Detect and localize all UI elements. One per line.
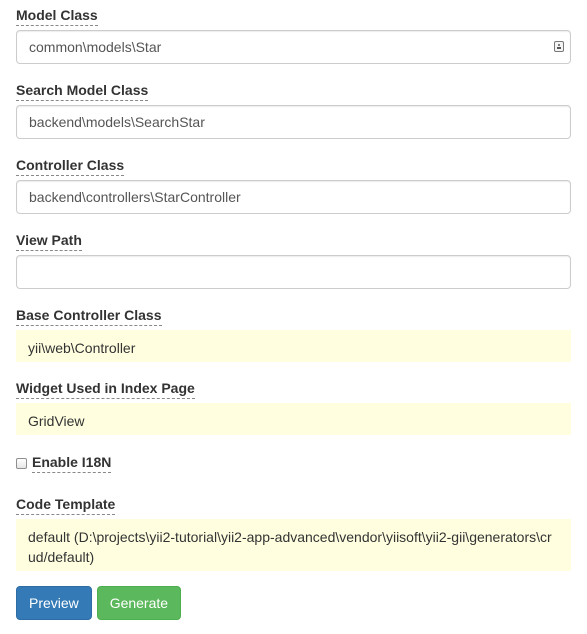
search-model-class-label: Search Model Class <box>16 81 149 101</box>
preview-button[interactable]: Preview <box>16 586 92 620</box>
enable-i18n-label[interactable]: Enable I18N <box>32 453 112 473</box>
search-model-class-input[interactable]: backend\models\SearchStar <box>16 105 571 139</box>
controller-class-group: Controller Class <box>16 156 125 176</box>
model-class-input[interactable]: common\models\Star <box>16 30 571 64</box>
contact-card-icon[interactable] <box>554 41 564 52</box>
base-controller-class-value: yii\web\Controller <box>28 340 136 356</box>
widget-used-value: GridView <box>28 413 85 429</box>
base-controller-class-group: Base Controller Class <box>16 306 162 326</box>
widget-used-label: Widget Used in Index Page <box>16 379 195 399</box>
widget-used-value-box: GridView <box>16 403 571 435</box>
widget-used-group: Widget Used in Index Page <box>16 379 195 399</box>
enable-i18n-checkbox[interactable] <box>16 457 27 469</box>
enable-i18n-row: Enable I18N <box>16 453 112 473</box>
base-controller-class-value-box: yii\web\Controller <box>16 330 571 362</box>
code-template-label: Code Template <box>16 495 116 515</box>
code-template-value-box: default (D:\projects\yii2-tutorial\yii2-… <box>16 519 571 571</box>
controller-class-value: backend\controllers\StarController <box>29 189 241 205</box>
model-class-label: Model Class <box>16 6 98 26</box>
generate-button[interactable]: Generate <box>96 586 182 620</box>
form-actions: Preview Generate <box>16 586 182 620</box>
controller-class-label: Controller Class <box>16 156 125 176</box>
code-template-group: Code Template <box>16 495 116 515</box>
model-class-value: common\models\Star <box>29 39 162 55</box>
view-path-group: View Path <box>16 231 82 251</box>
view-path-input[interactable] <box>16 255 571 289</box>
code-template-value: default (D:\projects\yii2-tutorial\yii2-… <box>28 529 552 565</box>
base-controller-class-label: Base Controller Class <box>16 306 162 326</box>
controller-class-input[interactable]: backend\controllers\StarController <box>16 180 571 214</box>
search-model-class-group: Search Model Class <box>16 81 149 101</box>
view-path-label: View Path <box>16 231 82 251</box>
model-class-group: Model Class <box>16 6 98 26</box>
search-model-class-value: backend\models\SearchStar <box>29 114 205 130</box>
